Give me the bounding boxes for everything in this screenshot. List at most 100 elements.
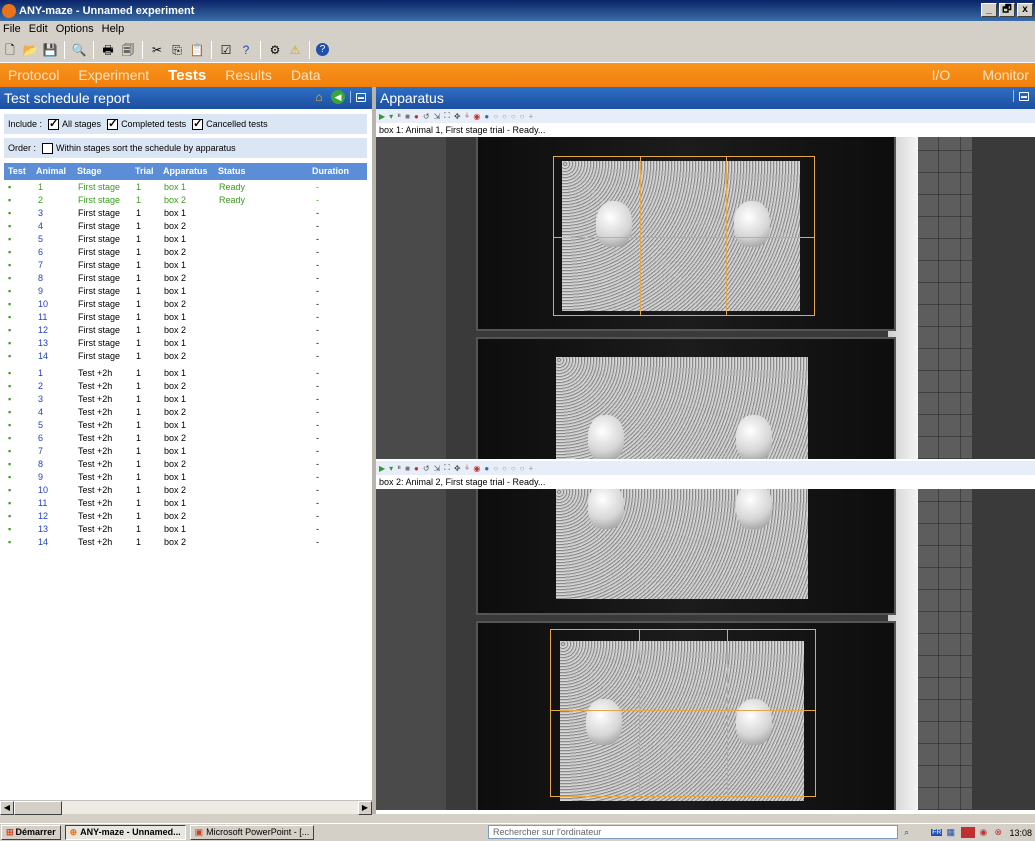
table-row[interactable]: ▪ 3 First stage 1 box 1 - [4, 207, 368, 220]
table-row[interactable]: ▪ 2 First stage 1 box 2 Ready - [4, 194, 368, 207]
menu-file[interactable]: File [0, 23, 26, 35]
stop-icon[interactable]: ■ [405, 112, 410, 121]
zoom-fit-icon[interactable]: ⛶ [444, 463, 450, 473]
checklist-icon[interactable]: ☑ [218, 42, 234, 58]
scrollbar-thumb[interactable] [14, 801, 62, 815]
close-button[interactable]: x [1017, 3, 1033, 17]
language-indicator[interactable]: FR [931, 829, 943, 836]
tab-experiment[interactable]: Experiment [70, 67, 160, 83]
taskbar-anymaze[interactable]: ⊕ ANY-maze - Unnamed... [64, 824, 186, 840]
col-status[interactable]: Status [218, 166, 246, 176]
step-icon[interactable]: ⇲ [434, 112, 441, 121]
start-button[interactable]: ⊞ Démarrer [1, 824, 61, 840]
table-row[interactable]: ▪ 10 Test +2h 1 box 2 - [4, 484, 368, 497]
view-mode-5-icon[interactable]: ○ [520, 112, 525, 121]
tab-protocol[interactable]: Protocol [0, 67, 70, 83]
table-row[interactable]: ▪ 10 First stage 1 box 2 - [4, 298, 368, 311]
ati-icon[interactable] [961, 827, 976, 838]
pause-icon[interactable]: ⏸ [397, 111, 401, 121]
table-row[interactable]: ▪ 11 First stage 1 box 1 - [4, 311, 368, 324]
table-row[interactable]: ▪ 8 First stage 1 box 2 - [4, 272, 368, 285]
col-animal[interactable]: Animal [36, 166, 66, 176]
table-row[interactable]: ▪ 12 First stage 1 box 2 - [4, 324, 368, 337]
table-row[interactable]: ▪ 9 Test +2h 1 box 1 - [4, 471, 368, 484]
table-row[interactable]: ▪ 4 First stage 1 box 2 - [4, 220, 368, 233]
maximize-panel-icon[interactable]: ▬ [1019, 91, 1029, 101]
table-row[interactable]: ▪ 2 Test +2h 1 box 2 - [4, 380, 368, 393]
menu-options[interactable]: Options [53, 23, 99, 35]
sort-by-apparatus-checkbox[interactable] [42, 142, 54, 154]
table-row[interactable]: ▪ 7 Test +2h 1 box 1 - [4, 445, 368, 458]
table-row[interactable]: ▪ 1 First stage 1 box 1 Ready - [4, 181, 368, 194]
info-icon[interactable]: ? [238, 42, 254, 58]
table-row[interactable]: ▪ 8 Test +2h 1 box 2 - [4, 458, 368, 471]
menu-help[interactable]: Help [99, 23, 130, 35]
view-mode-3-icon[interactable]: ○ [502, 464, 507, 473]
col-trial[interactable]: Trial [135, 166, 154, 176]
help-icon[interactable]: ? [316, 43, 329, 56]
paste-icon[interactable]: 📋 [189, 42, 205, 58]
snapshot-icon[interactable]: ◉ [473, 464, 480, 473]
table-row[interactable]: ▪ 11 Test +2h 1 box 1 - [4, 497, 368, 510]
play-menu-icon[interactable]: ▾ [389, 112, 393, 121]
view-mode-2-icon[interactable]: ○ [493, 112, 498, 121]
all-stages-checkbox[interactable] [48, 117, 60, 130]
record-icon[interactable]: ● [414, 112, 419, 121]
desktop-search-input[interactable]: Rechercher sur l'ordinateur [488, 825, 898, 839]
table-row[interactable]: ▪ 6 Test +2h 1 box 2 - [4, 432, 368, 445]
save-icon[interactable]: 💾 [42, 42, 58, 58]
box1-video-feed[interactable] [376, 137, 1035, 459]
table-row[interactable]: ▪ 14 Test +2h 1 box 2 - [4, 536, 368, 549]
tab-io[interactable]: I/O [924, 67, 975, 83]
search-icon[interactable]: ⌕ [904, 827, 909, 838]
table-row[interactable]: ▪ 5 Test +2h 1 box 1 - [4, 419, 368, 432]
view-mode-1-icon[interactable]: ● [484, 464, 489, 473]
print-preview-icon[interactable]: 🔍 [71, 42, 87, 58]
tools-icon[interactable]: ⚙ [267, 42, 283, 58]
col-apparatus[interactable]: Apparatus [163, 166, 208, 176]
play-icon[interactable]: ▶ [379, 464, 385, 473]
view-mode-2-icon[interactable]: ○ [493, 464, 498, 473]
view-mode-5-icon[interactable]: ○ [520, 464, 525, 473]
scroll-left-arrow-icon[interactable]: ◀ [0, 801, 14, 815]
table-row[interactable]: ▪ 7 First stage 1 box 1 - [4, 259, 368, 272]
horizontal-scrollbar[interactable]: ◀ ▶ [0, 800, 372, 815]
stop-icon[interactable]: ■ [405, 464, 410, 473]
page-setup-icon[interactable]: 🗐 [120, 42, 136, 58]
tracking-zone-grid[interactable] [553, 156, 815, 316]
table-row[interactable]: ▪ 1 Test +2h 1 box 1 - [4, 367, 368, 380]
network-icon[interactable]: ▦ [946, 827, 957, 838]
add-icon[interactable]: + [529, 112, 534, 121]
rewind-icon[interactable]: ↺ [423, 112, 430, 121]
play-menu-icon[interactable]: ▾ [389, 464, 393, 473]
col-stage[interactable]: Stage [77, 166, 102, 176]
scroll-right-arrow-icon[interactable]: ▶ [358, 801, 372, 815]
view-mode-4-icon[interactable]: ○ [511, 112, 516, 121]
col-test[interactable]: Test [8, 166, 26, 176]
tab-tests[interactable]: Tests [160, 67, 217, 84]
box2-video-feed[interactable] [376, 489, 1035, 810]
table-row[interactable]: ▪ 13 First stage 1 box 1 - [4, 337, 368, 350]
cut-icon[interactable]: ✂ [149, 42, 165, 58]
record-icon[interactable]: ● [414, 464, 419, 473]
step-icon[interactable]: ⇲ [434, 464, 441, 473]
marker-icon[interactable]: ⍭ [465, 463, 470, 473]
cancelled-tests-checkbox[interactable] [192, 117, 204, 130]
warning-icon[interactable]: ⚠ [287, 42, 303, 58]
zoom-fit-icon[interactable]: ⛶ [444, 111, 450, 121]
table-row[interactable]: ▪ 6 First stage 1 box 2 - [4, 246, 368, 259]
menu-edit[interactable]: Edit [26, 23, 53, 35]
maximize-button[interactable]: 🗗 [999, 3, 1015, 17]
tab-results[interactable]: Results [217, 67, 283, 83]
view-mode-1-icon[interactable]: ● [484, 112, 489, 121]
tab-monitor[interactable]: Monitor [974, 67, 1035, 83]
copy-icon[interactable]: ⎘ [169, 42, 185, 58]
minimize-button[interactable]: _ [981, 3, 997, 17]
antivirus-icon[interactable]: ◉ [979, 827, 990, 838]
table-row[interactable]: ▪ 9 First stage 1 box 1 - [4, 285, 368, 298]
move-icon[interactable]: ✥ [454, 112, 461, 121]
snapshot-icon[interactable]: ◉ [473, 112, 480, 121]
table-row[interactable]: ▪ 3 Test +2h 1 box 1 - [4, 393, 368, 406]
add-icon[interactable]: + [529, 464, 534, 473]
table-row[interactable]: ▪ 5 First stage 1 box 1 - [4, 233, 368, 246]
